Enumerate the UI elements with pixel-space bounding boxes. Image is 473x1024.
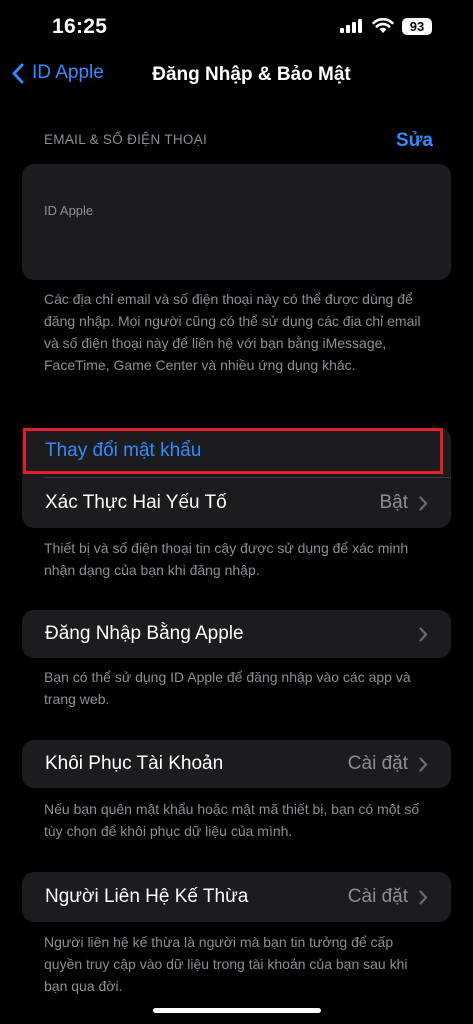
apple-id-label: ID Apple <box>44 203 94 218</box>
account-recovery-value: Cài đặt <box>347 753 408 774</box>
battery-icon: 93 <box>402 18 432 35</box>
page-title: Đăng Nhập & Bảo Mật <box>152 64 351 85</box>
highlight-box <box>23 428 443 474</box>
legacy-contact-value: Cài đặt <box>347 886 408 907</box>
chevron-right-icon <box>419 756 428 772</box>
chevron-right-icon <box>419 626 428 642</box>
home-indicator[interactable] <box>153 1008 321 1013</box>
email-card <box>22 164 451 280</box>
email-footer: Các địa chỉ email và số điện thoại này c… <box>44 291 421 373</box>
status-time: 16:25 <box>52 15 108 38</box>
section-header-email: EMAIL & SỐ ĐIỆN THOẠI <box>44 132 208 147</box>
legacy-contact-footer: Người liên hệ kế thừa là người mà bạn ti… <box>44 934 408 994</box>
edit-button[interactable]: Sửa <box>396 130 433 152</box>
legacy-contact-row[interactable]: Người Liên Hệ Kế Thừa Cài đặt <box>22 872 451 922</box>
sign-in-apple-label: Đăng Nhập Bằng Apple <box>45 623 244 644</box>
two-factor-value: Bật <box>379 492 408 513</box>
chevron-right-icon <box>419 889 428 905</box>
legacy-contact-label: Người Liên Hệ Kế Thừa <box>45 886 249 907</box>
account-recovery-row[interactable]: Khôi Phục Tài Khoản Cài đặt <box>22 740 451 788</box>
two-factor-row[interactable]: Xác Thực Hai Yếu Tố Bật <box>22 478 451 528</box>
sign-in-apple-footer: Bạn có thể sử dụng ID Apple để đăng nhập… <box>44 669 411 707</box>
signal-icon <box>340 19 362 33</box>
account-recovery-label: Khôi Phục Tài Khoản <box>45 753 224 774</box>
account-recovery-footer: Nếu bạn quên mật khẩu hoặc mật mã thiết … <box>44 801 420 839</box>
sign-in-apple-row[interactable]: Đăng Nhập Bằng Apple <box>22 610 451 658</box>
two-factor-footer: Thiết bị và số điện thoại tin cậy được s… <box>44 540 409 578</box>
two-factor-label: Xác Thực Hai Yếu Tố <box>45 492 227 513</box>
chevron-right-icon <box>419 495 428 511</box>
wifi-icon <box>372 17 394 33</box>
